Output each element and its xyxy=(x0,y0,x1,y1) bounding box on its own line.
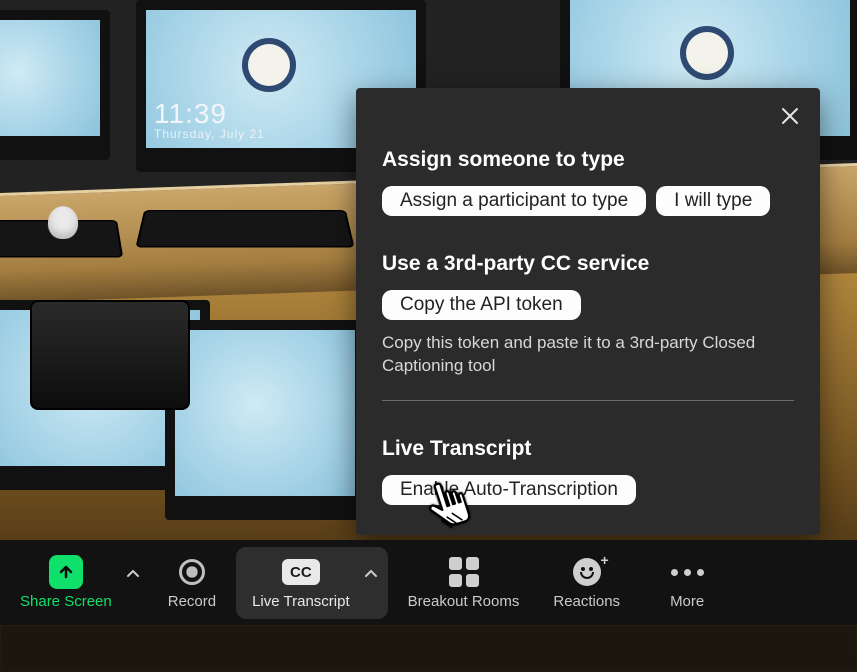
third-party-section-title: Use a 3rd-party CC service xyxy=(382,252,794,276)
divider xyxy=(382,400,794,401)
app-window: 11:39 Thursday, July 21 Assign someone t… xyxy=(0,0,857,672)
reactions-button[interactable]: + Reactions xyxy=(543,547,630,619)
copy-api-token-button[interactable]: Copy the API token xyxy=(382,290,581,320)
more-icon xyxy=(671,569,704,576)
reactions-icon: + xyxy=(573,558,601,586)
reactions-label: Reactions xyxy=(553,593,620,610)
share-screen-options-chevron[interactable] xyxy=(122,567,144,581)
copy-api-help-text: Copy this token and paste it to a 3rd-pa… xyxy=(382,332,782,378)
live-transcript-popover: Assign someone to type Assign a particip… xyxy=(356,88,820,535)
record-label: Record xyxy=(168,593,216,610)
live-transcript-button[interactable]: CC Live Transcript xyxy=(242,547,360,619)
more-button[interactable]: More xyxy=(660,547,714,619)
record-icon xyxy=(179,559,205,585)
more-label: More xyxy=(670,593,704,610)
assign-participant-button[interactable]: Assign a participant to type xyxy=(382,186,646,216)
assign-section-title: Assign someone to type xyxy=(382,148,794,172)
breakout-rooms-icon xyxy=(449,557,479,587)
share-screen-label: Share Screen xyxy=(20,593,112,610)
i-will-type-button[interactable]: I will type xyxy=(656,186,770,216)
cc-icon: CC xyxy=(282,559,320,585)
record-button[interactable]: Record xyxy=(158,547,226,619)
live-transcript-options-chevron[interactable] xyxy=(360,567,382,581)
share-screen-button[interactable]: Share Screen xyxy=(10,547,122,619)
share-screen-icon xyxy=(49,555,83,589)
close-icon[interactable] xyxy=(776,102,804,130)
breakout-rooms-label: Breakout Rooms xyxy=(408,593,520,610)
lockscreen-date: Thursday, July 21 xyxy=(154,128,265,140)
lockscreen-time: 11:39 xyxy=(154,100,265,128)
breakout-rooms-button[interactable]: Breakout Rooms xyxy=(398,547,530,619)
meeting-toolbar: Share Screen Record CC Live Transcript xyxy=(0,540,857,625)
live-transcript-section-title: Live Transcript xyxy=(382,437,794,461)
enable-auto-transcription-button[interactable]: Enable Auto-Transcription xyxy=(382,475,636,505)
live-transcript-label: Live Transcript xyxy=(252,593,350,610)
